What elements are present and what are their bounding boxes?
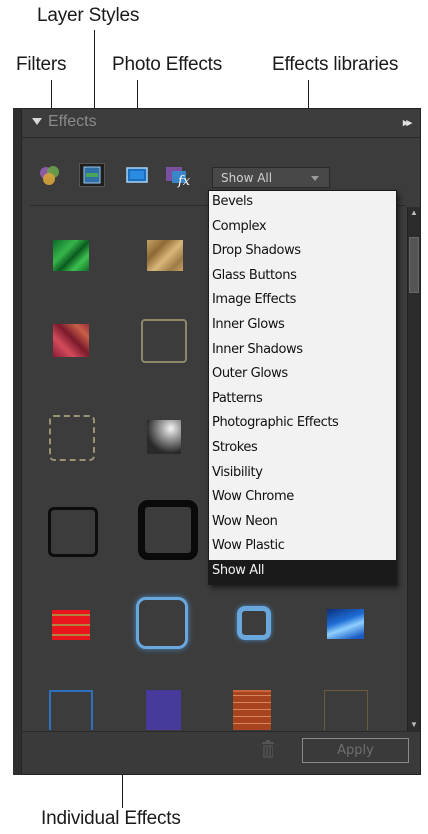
scroll-up-arrow-icon[interactable]: ▲ <box>408 207 420 219</box>
effect-thumbnail-gold-texture[interactable] <box>147 240 183 271</box>
effect-thumbnail-blue-glow-square[interactable] <box>136 597 188 649</box>
callout-individual-effects: Individual Effects <box>41 808 181 829</box>
dropdown-option[interactable]: Wow Plastic <box>209 535 396 560</box>
photo-effects-icon[interactable] <box>124 163 150 187</box>
panel-title-bar[interactable]: Effects ▸▸ <box>22 110 420 136</box>
dropdown-option[interactable]: Wow Chrome <box>209 486 396 511</box>
effect-thumbnail-thick-black-stroke[interactable] <box>138 500 198 560</box>
panel-left-strip <box>13 108 22 775</box>
dropdown-value: Show All <box>221 171 273 185</box>
collapse-triangle-icon[interactable] <box>32 118 42 125</box>
effect-thumbnail-chrome[interactable] <box>147 420 181 454</box>
scroll-down-arrow-icon[interactable]: ▼ <box>408 719 420 731</box>
show-all-effects-icon[interactable]: fx <box>164 163 191 189</box>
effect-thumbnail-gold-outline[interactable] <box>141 319 187 363</box>
dropdown-option[interactable]: Patterns <box>209 388 396 413</box>
dropdown-option[interactable]: Inner Shadows <box>209 339 396 364</box>
svg-text:fx: fx <box>177 174 191 189</box>
effect-thumbnail-brick[interactable] <box>233 690 271 730</box>
dropdown-option[interactable]: Bevels <box>209 191 396 216</box>
effect-thumbnail-green-gradient[interactable] <box>53 240 89 271</box>
effect-thumbnail-black-stroke[interactable] <box>48 507 98 557</box>
leader-line-layer-styles <box>94 30 95 78</box>
effects-library-list: Bevels Complex Drop Shadows Glass Buttons Im… <box>208 190 397 585</box>
panel-menu-icon[interactable]: ▸▸ <box>403 116 412 129</box>
callout-layer-styles: Layer Styles <box>37 5 140 26</box>
effect-thumbnail-brown-outline[interactable] <box>324 690 368 730</box>
chevron-down-icon <box>311 176 319 181</box>
callout-photo-effects: Photo Effects <box>112 54 223 75</box>
effect-thumbnail-red-stripes[interactable] <box>52 610 90 640</box>
callout-effects-libraries: Effects libraries <box>272 54 399 75</box>
effect-thumbnail-blue-sky[interactable] <box>327 609 364 639</box>
effect-thumbnail-dotted-border[interactable] <box>49 415 95 461</box>
apply-button[interactable]: Apply <box>302 738 409 763</box>
trash-icon[interactable] <box>260 740 276 760</box>
effects-library-dropdown[interactable]: Show All <box>212 167 330 188</box>
filters-icon[interactable] <box>37 163 63 187</box>
dropdown-option[interactable]: Strokes <box>209 437 396 462</box>
dropdown-option[interactable]: Outer Glows <box>209 363 396 388</box>
panel-title: Effects <box>48 113 97 130</box>
effect-thumbnail-blue-border[interactable] <box>49 690 93 730</box>
layer-styles-icon[interactable] <box>79 163 105 187</box>
dropdown-option[interactable]: Drop Shadows <box>209 240 396 265</box>
effects-scrollbar[interactable]: ▲ ▼ <box>407 207 420 731</box>
dropdown-option[interactable]: Inner Glows <box>209 314 396 339</box>
effect-thumbnail-blue-glow-small[interactable] <box>237 606 271 640</box>
dropdown-option[interactable]: Glass Buttons <box>209 265 396 290</box>
scroll-thumb[interactable] <box>409 237 419 293</box>
title-separator <box>22 137 420 138</box>
effect-thumbnail-purple[interactable] <box>146 690 181 730</box>
dropdown-option[interactable]: Image Effects <box>209 289 396 314</box>
callout-filters: Filters <box>16 54 67 75</box>
effect-thumbnail-red-marble[interactable] <box>53 324 89 357</box>
dropdown-option[interactable]: Photographic Effects <box>209 412 396 437</box>
dropdown-option[interactable]: Visibility <box>209 462 396 487</box>
dropdown-option[interactable]: Complex <box>209 216 396 241</box>
dropdown-option[interactable]: Show All <box>209 560 396 585</box>
dropdown-option[interactable]: Wow Neon <box>209 511 396 536</box>
